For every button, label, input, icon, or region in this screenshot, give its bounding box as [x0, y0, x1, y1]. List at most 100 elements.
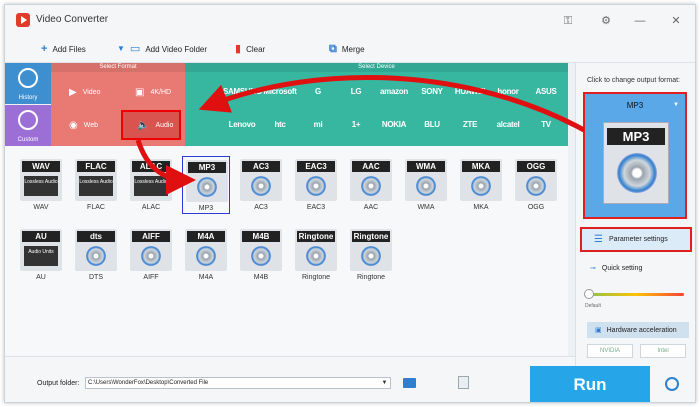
- merge-icon: ⧉: [329, 43, 337, 55]
- select-format-header: Select Format: [51, 63, 185, 72]
- disc-icon: [526, 176, 546, 196]
- clear-button[interactable]: ▮ Clear: [235, 44, 266, 55]
- format-name: AAC: [363, 204, 379, 211]
- device-brand-tile[interactable]: htc: [261, 110, 299, 140]
- format-tile-wav[interactable]: WAV Lossless Audio WAV: [17, 156, 65, 214]
- format-tile-dts[interactable]: dts DTS: [72, 226, 120, 284]
- sliders-icon: ☰: [594, 234, 603, 245]
- device-brand-tile[interactable]: HUAWEI: [451, 77, 489, 107]
- select-device-panel: Select Device SAMSUNG Microsoft G LG amazon S…: [185, 63, 568, 146]
- format-tile-m4b[interactable]: M4B M4B: [237, 226, 285, 284]
- format-icon-subtitle: Lossless Audio: [24, 176, 58, 196]
- speaker-icon: 🔈: [137, 119, 150, 131]
- device-brand-tile[interactable]: [185, 77, 223, 107]
- format-icon-label: Ringtone: [297, 231, 335, 242]
- chip-icon: ▣: [595, 327, 602, 334]
- disc-icon: [251, 246, 271, 266]
- format-tile-aac[interactable]: AAC AAC: [347, 156, 395, 214]
- device-brand-tile[interactable]: BLU: [413, 110, 451, 140]
- format-tile-wma[interactable]: WMA WMA: [402, 156, 450, 214]
- format-icon: FLAC Lossless Audio: [75, 159, 117, 201]
- device-brand-tile[interactable]: LG: [337, 77, 375, 107]
- audio-category-button[interactable]: 🔈 Audio: [121, 110, 181, 140]
- settings-icon[interactable]: ⚙: [599, 14, 613, 28]
- format-icon: AIFF: [130, 229, 172, 271]
- open-folder-icon[interactable]: [458, 376, 469, 389]
- output-folder-input[interactable]: C:\Users\WonderFox\Desktop\Converted Fil…: [85, 377, 391, 389]
- device-brand-tile[interactable]: SONY: [413, 77, 451, 107]
- run-button[interactable]: Run: [530, 366, 650, 402]
- title-bar: Video Converter ⚿ ⚙ — ✕: [5, 5, 695, 37]
- device-brand-tile[interactable]: mi: [299, 110, 337, 140]
- device-brand-tile[interactable]: alcatel: [489, 110, 527, 140]
- key-icon[interactable]: ⚿: [561, 14, 575, 28]
- format-name: WMA: [417, 204, 435, 211]
- disc-icon: [361, 246, 381, 266]
- format-tile-ac3[interactable]: AC3 AC3: [237, 156, 285, 214]
- format-tile-au[interactable]: AU Audio Units AU: [17, 226, 65, 284]
- chevron-down-icon[interactable]: ▼: [379, 378, 390, 388]
- add-video-folder-button[interactable]: ▼ ▭ Add Video Folder: [117, 44, 207, 55]
- quality-slider-knob[interactable]: [584, 289, 594, 299]
- quality-slider[interactable]: [588, 293, 684, 296]
- minimize-button[interactable]: —: [633, 14, 647, 28]
- format-grid: WAV Lossless Audio WAV FLAC Lossless Audio FL…: [5, 146, 568, 356]
- output-format-selector[interactable]: MP3 ▼ MP3: [583, 92, 687, 219]
- web-label: Web: [83, 121, 99, 129]
- device-brand-tile[interactable]: NOKIA: [375, 110, 413, 140]
- format-tile-mp3[interactable]: MP3 MP3: [182, 156, 230, 214]
- nvidia-badge: NVIDIA: [587, 344, 633, 358]
- format-icon: ALAC Lossless Audio: [130, 159, 172, 201]
- add-files-button[interactable]: + Add Files: [41, 44, 86, 55]
- output-folder-path: C:\Users\WonderFox\Desktop\Converted Fil…: [88, 380, 209, 386]
- video-category-button[interactable]: ▶ Video: [55, 77, 115, 107]
- history-tile[interactable]: History: [5, 63, 51, 104]
- format-tile-mka[interactable]: MKA MKA: [457, 156, 505, 214]
- device-brand-tile[interactable]: SAMSUNG: [223, 77, 262, 107]
- format-tile-eac3[interactable]: EAC3 EAC3: [292, 156, 340, 214]
- format-tile-aiff[interactable]: AIFF AIFF: [127, 226, 175, 284]
- format-tile-ogg[interactable]: OGG OGG: [512, 156, 560, 214]
- format-icon: MP3: [186, 160, 228, 202]
- hardware-acceleration-toggle[interactable]: ▣ Hardware acceleration: [587, 322, 689, 338]
- browse-folder-icon[interactable]: [403, 378, 416, 388]
- device-brand-tile[interactable]: [185, 110, 223, 140]
- merge-button[interactable]: ⧉ Merge: [329, 43, 365, 55]
- alarm-clock-icon[interactable]: [665, 377, 679, 391]
- chevron-down-icon: ▼: [673, 102, 679, 108]
- device-brand-tile[interactable]: ZTE: [451, 110, 489, 140]
- format-name: OGG: [527, 204, 545, 211]
- device-brand-tile[interactable]: ASUS: [527, 77, 565, 107]
- disc-icon: [471, 176, 491, 196]
- hd-category-button[interactable]: ▣ 4K/HD: [121, 77, 181, 107]
- format-icon-label: FLAC: [77, 161, 115, 172]
- device-brand-tile[interactable]: honor: [489, 77, 527, 107]
- parameter-settings-button[interactable]: ☰ Parameter settings: [580, 227, 692, 252]
- clear-label: Clear: [246, 44, 266, 54]
- format-icon: M4B: [240, 229, 282, 271]
- device-brand-tile[interactable]: TV: [527, 110, 565, 140]
- format-tile-ringtone[interactable]: Ringtone Ringtone: [347, 226, 395, 284]
- 4k-icon: ▣: [135, 86, 145, 98]
- format-tile-m4a[interactable]: M4A M4A: [182, 226, 230, 284]
- output-format-name: MP3: [626, 101, 644, 110]
- close-button[interactable]: ✕: [669, 14, 683, 28]
- format-tile-flac[interactable]: FLAC Lossless Audio FLAC: [72, 156, 120, 214]
- device-brand-tile[interactable]: amazon: [375, 77, 413, 107]
- category-area: History Custom Select Format ▶ Video ▣ 4…: [5, 63, 568, 146]
- disc-icon: [306, 176, 326, 196]
- device-brand-tile[interactable]: Lenovo: [223, 110, 261, 140]
- format-icon-label: AIFF: [132, 231, 170, 242]
- web-category-button[interactable]: ◉ Web: [55, 110, 115, 140]
- format-tile-alac[interactable]: ALAC Lossless Audio ALAC: [127, 156, 175, 214]
- device-brand-tile[interactable]: G: [299, 77, 337, 107]
- custom-tile[interactable]: Custom: [5, 105, 51, 146]
- format-tile-ringtone[interactable]: Ringtone Ringtone: [292, 226, 340, 284]
- device-brand-tile[interactable]: Microsoft: [261, 77, 299, 107]
- bottom-bar: Output folder: C:\Users\WonderFox\Deskto…: [5, 356, 575, 402]
- format-name: WAV: [33, 204, 49, 211]
- device-brand-tile[interactable]: 1+: [337, 110, 375, 140]
- format-icon-label: ALAC: [132, 161, 170, 172]
- disc-icon: [197, 177, 217, 197]
- disc-icon: [141, 246, 161, 266]
